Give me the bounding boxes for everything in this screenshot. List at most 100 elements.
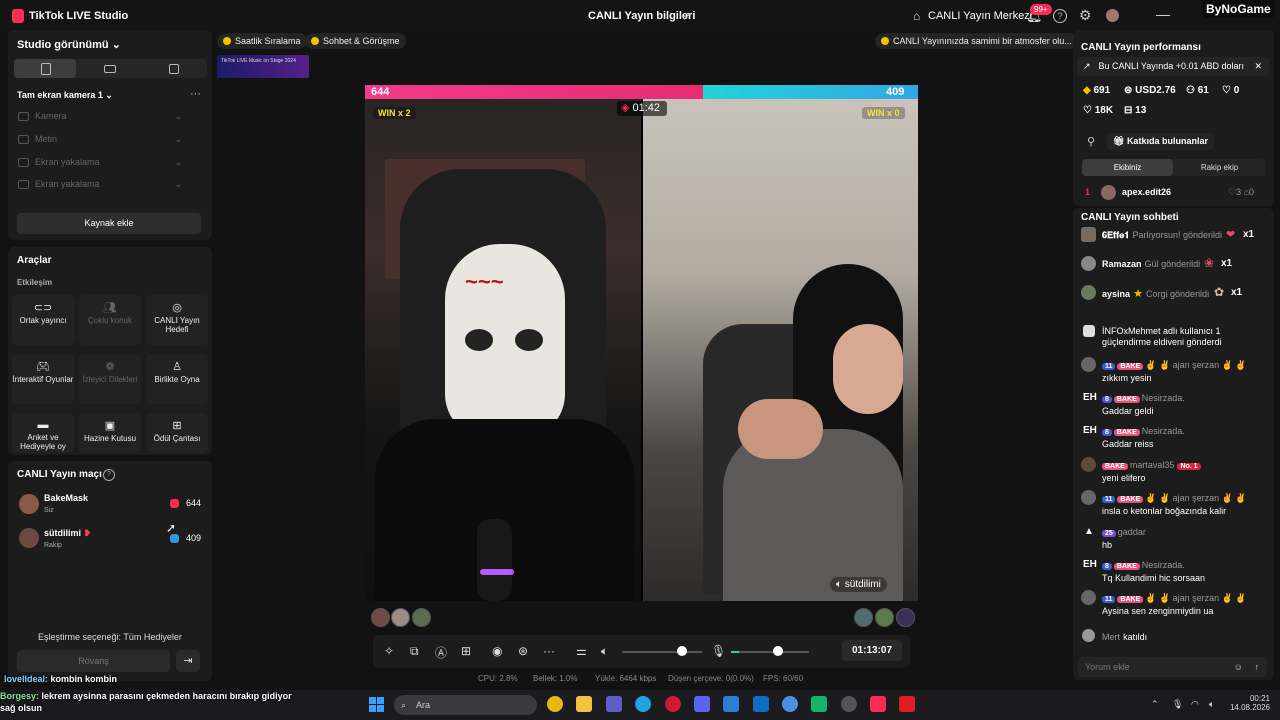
mic-tray-icon[interactable]: 🎙︎ (1172, 699, 1183, 710)
settings-sliders-icon[interactable]: ⚌ (576, 644, 587, 658)
tool-play-together[interactable]: ♙ Birlikte Oyna (146, 354, 208, 404)
comment-input[interactable]: Yorum ekle ☺ ↑ (1078, 657, 1267, 677)
system-clock[interactable]: 00:21 14.08.2026 (1228, 694, 1270, 712)
supporter-avatar[interactable] (854, 608, 873, 627)
stat-value: 691 (1093, 85, 1111, 96)
speaker-volume-slider[interactable] (622, 651, 702, 653)
add-user-icon[interactable]: ⚲ (1087, 135, 1095, 148)
tool-reward-bag[interactable]: ⊞ Ödül Çantası (146, 413, 208, 453)
taskbar-search[interactable]: ⌕ Ara (394, 695, 537, 715)
speaker-volume-knob[interactable] (677, 646, 687, 656)
microphone-icon[interactable]: 🎙︎ (711, 644, 726, 658)
app-icon[interactable] (811, 696, 827, 712)
dual-mode-icon[interactable] (169, 64, 179, 74)
share-icon[interactable]: ↗ (682, 9, 692, 23)
tool-co-host[interactable]: ⊂⊃ Ortak yayıncı (12, 295, 74, 345)
supporter-avatar[interactable] (896, 608, 915, 627)
file-explorer-icon[interactable] (576, 696, 592, 712)
exit-match-icon[interactable]: ⇥ (176, 650, 200, 672)
wifi-icon[interactable]: ◠ (1191, 699, 1199, 710)
source-item[interactable]: Metin ⌄ (18, 134, 182, 145)
youtube-icon[interactable] (899, 696, 915, 712)
gift-icon (170, 534, 179, 543)
camera-icon (18, 112, 29, 122)
chat-call-pill[interactable]: Sohbet & Görüşme (305, 33, 406, 49)
player-name: sütdilimi ❥ (44, 528, 91, 539)
tip-pill[interactable]: CANLI Yayınınızda samimi bir atmosfer ol… (875, 33, 1078, 49)
tool-live-goal[interactable]: ◎ CANLI Yayın Hedefi (146, 295, 208, 345)
level-badge: 11 (1102, 596, 1116, 603)
system-message: İNFOxMehmet adlı kullanıcı 1 güçlendirme… (1102, 326, 1222, 347)
add-source-button[interactable]: Kaynak ekle (17, 213, 201, 234)
supporter-avatar[interactable] (875, 608, 894, 627)
chrome-dev-icon[interactable] (782, 696, 798, 712)
add-media-icon[interactable]: ⊞ (461, 644, 471, 658)
tool-multi-guest: 👥︎ Çoklu konuk (79, 295, 141, 345)
screen-share-icon[interactable]: ⧉ (410, 644, 419, 659)
opera-icon[interactable] (665, 696, 681, 712)
tool-treasure-box[interactable]: ▣ Hazine Kutusu (79, 413, 141, 453)
live-info-title[interactable]: CANLI Yayın bilgileri (588, 10, 695, 22)
edge-icon[interactable] (635, 696, 651, 712)
timer-icon: ◈ (621, 102, 633, 114)
magic-wand-icon[interactable]: ✧ (384, 644, 394, 658)
tool-poll[interactable]: ▬ Anket ve Hediyeyle oy (12, 413, 74, 453)
supporter-avatar[interactable] (371, 608, 390, 627)
close-icon[interactable]: ✕ (1254, 57, 1262, 76)
home-icon[interactable]: ⌂ (913, 9, 920, 23)
mute-icon[interactable]: 🔈︎ (836, 579, 845, 590)
live-center-link[interactable]: CANLI Yayın Merkezi (928, 10, 1032, 22)
link-icon: ⊂⊃ (33, 302, 53, 314)
tiktok-live-studio-icon[interactable] (870, 696, 886, 712)
tray-chevron-icon[interactable]: ⌃ (1151, 699, 1159, 710)
source-label: Ekran yakalama (35, 157, 100, 167)
wish-icon: ❁ (105, 361, 115, 373)
emoji-icon[interactable]: ☺ (1234, 657, 1243, 677)
supporter-avatar[interactable] (391, 608, 410, 627)
mic-volume-knob[interactable] (772, 646, 783, 656)
rematch-button[interactable]: Rövanş (17, 650, 170, 672)
app-icon[interactable] (841, 696, 857, 712)
avatar (1081, 457, 1096, 472)
source-item[interactable]: Kamera ⌄ (18, 111, 182, 122)
source-item[interactable]: Ekran yakalama ⌄ (18, 157, 182, 168)
studio-view-dropdown[interactable]: Studio görünümü ⌄ (17, 38, 121, 51)
discord-icon[interactable] (694, 696, 710, 712)
supporter-avatar[interactable] (412, 608, 431, 627)
ai-effects-icon[interactable]: Ⓐ (435, 644, 447, 661)
landscape-icon[interactable] (104, 65, 116, 73)
mic-volume-slider[interactable] (731, 651, 809, 653)
more-options-icon[interactable]: ··· (190, 88, 201, 100)
send-icon[interactable]: ↑ (1255, 657, 1260, 677)
minimize-icon[interactable]: — (1156, 6, 1170, 22)
chat-meta: 8 BAKE Nesirzada. (1102, 559, 1185, 571)
scene-dropdown[interactable]: Tam ekran kamera 1 ⌄ (17, 90, 113, 101)
gear-icon[interactable]: ⚙ (1079, 7, 1092, 24)
profile-avatar[interactable] (1106, 9, 1119, 22)
source-item[interactable]: Ekran yakalama ⌄ (18, 179, 182, 190)
tab-rival-team[interactable]: Rakip ekip (1174, 159, 1265, 176)
pairing-option[interactable]: Eşleştirme seçeneği: Tüm Hediyeler (38, 632, 182, 642)
more-icon[interactable]: ··· (543, 644, 555, 658)
help-icon[interactable]: ? (1053, 9, 1067, 23)
help-icon[interactable]: ? (103, 469, 115, 481)
teams-icon[interactable] (606, 696, 622, 712)
speaker-icon[interactable]: 🔈︎ (601, 644, 608, 659)
windows-start-icon[interactable] (369, 697, 384, 712)
avatar (1081, 256, 1096, 271)
mail-icon[interactable] (723, 696, 739, 712)
hourly-ranking-pill[interactable]: Saatlik Sıralama (217, 33, 307, 49)
record-icon[interactable]: ◉ (492, 644, 502, 658)
mic-level-meter (731, 651, 739, 653)
diamond-icon: ◆ (1083, 85, 1094, 96)
chat-meta: 25 gaddar (1102, 526, 1146, 538)
tool-interactive-games[interactable]: 🎮︎ İnteraktif Oyunlar (12, 354, 74, 404)
event-banner[interactable]: TikTok LIVE Music on Stage 2024 (217, 55, 309, 78)
contributors-button[interactable]: 🎁︎ Katkıda bulunanlar (1107, 133, 1214, 150)
tab-your-team[interactable]: Ekibiniz (1082, 159, 1173, 176)
avatar (1082, 629, 1095, 642)
camera-switch-icon[interactable]: ⊛ (518, 644, 528, 658)
chrome-icon[interactable] (547, 696, 563, 712)
store-icon[interactable] (753, 696, 769, 712)
volume-icon[interactable]: 🔈︎ (1209, 699, 1214, 710)
